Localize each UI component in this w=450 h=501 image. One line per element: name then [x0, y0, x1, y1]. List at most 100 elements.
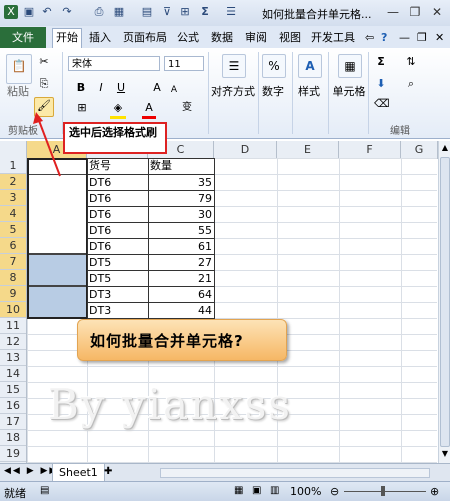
- align-icon[interactable]: ☰: [224, 5, 238, 19]
- clear-icon[interactable]: ⌫: [374, 96, 390, 112]
- header-cell-b1[interactable]: 货号: [87, 158, 148, 174]
- find-select-icon[interactable]: ⌕: [402, 76, 420, 92]
- row-header[interactable]: 5: [0, 222, 26, 238]
- row-header[interactable]: 14: [0, 366, 26, 382]
- tab-data[interactable]: 数据: [208, 29, 236, 47]
- column-header-g[interactable]: G: [401, 141, 438, 158]
- page-layout-view-icon[interactable]: ▣: [252, 485, 261, 496]
- row-header[interactable]: 3: [0, 190, 26, 206]
- sort-icon[interactable]: ▤: [140, 5, 154, 19]
- table-cell-code[interactable]: DT5: [87, 254, 148, 270]
- table-cell-code[interactable]: DT6: [87, 174, 148, 190]
- row-header[interactable]: 4: [0, 206, 26, 222]
- new-sheet-icon[interactable]: ✚: [104, 466, 112, 477]
- macro-record-icon[interactable]: ▤: [40, 485, 49, 496]
- tab-review[interactable]: 审阅: [242, 29, 270, 47]
- scroll-down-icon[interactable]: ▼: [440, 449, 450, 459]
- cells-label[interactable]: 单元格: [330, 84, 368, 100]
- close-button[interactable]: ✕: [426, 3, 448, 21]
- column-header-f[interactable]: F: [339, 141, 401, 158]
- font-size-select[interactable]: 11: [164, 56, 204, 71]
- bold-button[interactable]: B: [74, 80, 88, 96]
- cells-icon[interactable]: ▦: [338, 54, 362, 78]
- row-header[interactable]: 12: [0, 334, 26, 350]
- sum-icon[interactable]: Σ: [198, 5, 212, 19]
- zoom-slider-thumb[interactable]: [381, 486, 385, 496]
- horizontal-scrollbar[interactable]: [160, 468, 430, 478]
- zoom-slider[interactable]: [344, 491, 426, 492]
- row-header[interactable]: 8: [0, 270, 26, 286]
- minimize-button[interactable]: —: [382, 3, 404, 21]
- header-cell-c1[interactable]: 数量: [148, 158, 214, 174]
- table-cell-code[interactable]: DT6: [87, 222, 148, 238]
- row-header[interactable]: 7: [0, 254, 26, 270]
- table-cell-code[interactable]: DT6: [87, 206, 148, 222]
- row-header[interactable]: 6: [0, 238, 26, 254]
- table-cell-qty[interactable]: 55: [148, 222, 214, 238]
- styles-label[interactable]: 样式: [294, 84, 324, 100]
- underline-button[interactable]: U: [114, 80, 128, 96]
- table-icon[interactable]: ⊞: [178, 5, 192, 19]
- row-header[interactable]: 11: [0, 318, 26, 334]
- table-cell-qty[interactable]: 61: [148, 238, 214, 254]
- zoom-out-icon[interactable]: ⊖: [330, 485, 339, 498]
- font-name-select[interactable]: 宋体: [68, 56, 160, 71]
- sort-filter-icon[interactable]: ⇅: [402, 54, 420, 70]
- scroll-thumb[interactable]: [440, 157, 450, 447]
- column-header-d[interactable]: D: [214, 141, 277, 158]
- autosum-button[interactable]: Σ: [374, 54, 388, 70]
- tab-insert[interactable]: 插入: [86, 29, 114, 47]
- page-break-view-icon[interactable]: ▥: [270, 485, 279, 496]
- normal-view-icon[interactable]: ▦: [234, 485, 243, 496]
- zoom-in-icon[interactable]: ⊕: [430, 485, 439, 498]
- row-header[interactable]: 13: [0, 350, 26, 366]
- styles-icon[interactable]: A: [298, 54, 322, 78]
- number-label[interactable]: 数字: [258, 84, 288, 100]
- grow-font-button[interactable]: A: [150, 80, 164, 96]
- sheet-tab-sheet1[interactable]: Sheet1: [52, 464, 105, 482]
- row-header[interactable]: 17: [0, 414, 26, 430]
- table-cell-code[interactable]: DT6: [87, 238, 148, 254]
- number-format-button[interactable]: %: [262, 54, 286, 78]
- help-icon[interactable]: ?: [378, 29, 390, 47]
- fill-icon[interactable]: ⬇: [374, 76, 388, 92]
- save-icon[interactable]: ▣: [22, 5, 36, 19]
- row-header[interactable]: 10: [0, 302, 26, 318]
- table-cell-qty[interactable]: 44: [148, 302, 214, 318]
- redo-icon[interactable]: ↷: [60, 5, 74, 19]
- scroll-up-icon[interactable]: ▲: [440, 143, 450, 153]
- alignment-label[interactable]: 对齐方式: [210, 84, 256, 100]
- table-cell-qty[interactable]: 21: [148, 270, 214, 286]
- tab-formulas[interactable]: 公式: [174, 29, 202, 47]
- tab-file[interactable]: 文件: [0, 27, 46, 48]
- share-icon[interactable]: ⇦: [362, 29, 377, 47]
- table-cell-qty[interactable]: 64: [148, 286, 214, 302]
- table-cell-code[interactable]: DT3: [87, 286, 148, 302]
- fill-color-icon[interactable]: ◈: [110, 100, 126, 119]
- ribbon-minimize-icon[interactable]: —: [396, 29, 413, 47]
- zoom-level[interactable]: 100%: [290, 485, 321, 498]
- restore-button[interactable]: ❐: [404, 3, 426, 21]
- workbook-restore-icon[interactable]: ❐: [414, 29, 430, 47]
- sheet-nav-icon[interactable]: ◀◀ ▶ ▶▶: [4, 466, 58, 476]
- tab-developer[interactable]: 开发工具: [308, 29, 358, 47]
- cut-icon[interactable]: ✂: [36, 54, 52, 70]
- row-header[interactable]: 19: [0, 446, 26, 462]
- table-cell-qty[interactable]: 35: [148, 174, 214, 190]
- table-cell-qty[interactable]: 30: [148, 206, 214, 222]
- table-cell-code[interactable]: DT3: [87, 302, 148, 318]
- table-cell-code[interactable]: DT5: [87, 270, 148, 286]
- table-cell-qty[interactable]: 27: [148, 254, 214, 270]
- paste-label[interactable]: 粘贴: [4, 84, 32, 100]
- undo-icon[interactable]: ↶: [40, 5, 54, 19]
- font-color-button[interactable]: A: [142, 100, 156, 119]
- borders-icon[interactable]: ⊞: [74, 100, 90, 116]
- alignment-icon[interactable]: ☰: [222, 54, 246, 78]
- row-header[interactable]: 9: [0, 286, 26, 302]
- row-header[interactable]: 18: [0, 430, 26, 446]
- tab-page-layout[interactable]: 页面布局: [120, 29, 170, 47]
- workbook-close-icon[interactable]: ✕: [432, 29, 447, 47]
- copy-icon[interactable]: ⎘: [36, 76, 52, 92]
- table-cell-qty[interactable]: 79: [148, 190, 214, 206]
- italic-button[interactable]: I: [94, 80, 108, 96]
